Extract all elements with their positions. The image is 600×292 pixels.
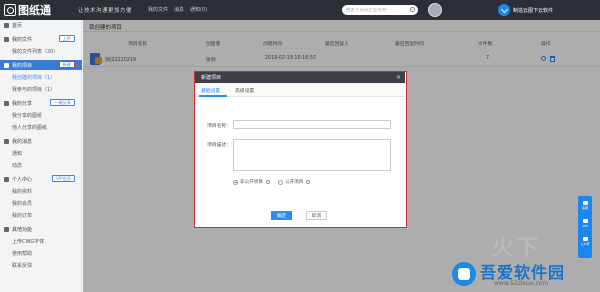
slogan: 让技术沟通更加方便 [78, 8, 133, 14]
sidebar-item-shared-by-me[interactable]: 我分享的图纸 [0, 110, 82, 120]
upload-button[interactable]: 上传 [58, 35, 75, 42]
top-bar: 图纸通 让技术沟通更加方便 我的文件 消息 通知(0) 制造云图下云软件 [0, 0, 600, 20]
home-icon [4, 22, 9, 28]
radio-unselected-icon [277, 179, 283, 185]
user-avatar[interactable] [428, 3, 442, 17]
customer-service-button[interactable]: 客服 [580, 200, 590, 210]
sidebar-item-home[interactable]: 首页 [0, 20, 82, 30]
sidebar-item-my-membership[interactable]: 我的会员 [0, 198, 82, 208]
nav-messages[interactable]: 消息 [174, 6, 184, 13]
message-icon [4, 138, 9, 144]
radio-nonpublic[interactable]: 非公开项目 [233, 179, 270, 185]
share-icon [4, 100, 9, 106]
new-project-dialog: 新建项目 × 基础设置 高级设置 项目名称： 项目描述： 非公开项目 公开项目 … [194, 71, 407, 228]
watermark-faded-text: 火下 [492, 236, 541, 261]
watermark-url: www.52zixue.com [494, 280, 549, 287]
radio-selected-icon [233, 179, 238, 185]
sidebar-item-joined-projects[interactable]: 我参与的项目（1） [0, 84, 82, 94]
new-project-button[interactable]: 新建 [58, 61, 75, 68]
dialog-header: 新建项目 × [195, 72, 405, 83]
sidebar-item-help[interactable]: 使用帮助 [0, 248, 82, 258]
help-icon[interactable] [306, 180, 311, 184]
sidebar-item-activity[interactable]: 动态 [0, 160, 82, 170]
vip-member-button[interactable]: VIP会员 [52, 175, 75, 182]
close-icon[interactable]: × [396, 74, 401, 81]
floating-side-bar: 客服 APP 公众号 [578, 196, 592, 258]
sidebar-item-other-features[interactable]: 其他功能 [0, 224, 82, 234]
wechat-account-button[interactable]: 公众号 [580, 236, 590, 246]
watermark-logo-icon [452, 262, 476, 286]
project-name-input[interactable] [233, 120, 391, 129]
nav-notifications[interactable]: 通知(0) [190, 6, 207, 13]
search-icon[interactable] [410, 7, 415, 12]
radio-public[interactable]: 公开项目 [277, 179, 311, 185]
sidebar-item-my-orders[interactable]: 我的订单 [0, 210, 82, 220]
sidebar-item-my-messages[interactable]: 我的消息 [0, 136, 82, 146]
download-label: 制造云图下云软件 [513, 7, 554, 14]
user-icon [4, 176, 9, 182]
sidebar: 首页 我的文件 上传 我的文件列表（20） 我的项目 新建 我创建的项目（1） … [0, 20, 82, 292]
logo[interactable]: 图纸通 [4, 3, 51, 17]
logo-text: 图纸通 [18, 4, 51, 17]
logo-icon [4, 4, 16, 16]
project-desc-label: 项目描述： [207, 143, 231, 148]
dialog-tabs: 基础设置 高级设置 [195, 83, 405, 97]
top-nav: 我的文件 消息 通知(0) [148, 6, 207, 13]
dialog-title: 新建项目 [201, 75, 222, 81]
sidebar-item-upload-font[interactable]: 上传CWG字体 [0, 236, 82, 246]
sidebar-item-my-profile[interactable]: 我的资料 [0, 186, 82, 196]
sidebar-item-notifications[interactable]: 通知 [0, 148, 82, 158]
download-icon [498, 4, 510, 16]
visibility-options: 非公开项目 公开项目 [233, 179, 311, 185]
tab-advanced-settings[interactable]: 高级设置 [235, 87, 254, 94]
cancel-button[interactable]: 取消 [306, 211, 327, 220]
project-name-label: 项目名称： [207, 124, 231, 129]
help-icon[interactable] [265, 180, 270, 184]
sidebar-item-shared-with-me[interactable]: 他人分享的图纸 [0, 122, 82, 132]
tab-basic-settings[interactable]: 基础设置 [201, 87, 220, 94]
app-download-button[interactable]: APP [580, 218, 590, 228]
phone-icon [582, 218, 588, 223]
one-click-share-button[interactable]: 一键分享 [50, 99, 75, 106]
chat-icon [582, 200, 588, 205]
confirm-button[interactable]: 确定 [271, 211, 292, 220]
project-desc-textarea[interactable] [233, 139, 391, 171]
folder-icon [4, 36, 9, 42]
sidebar-item-file-list[interactable]: 我的文件列表（20） [0, 46, 82, 56]
sidebar-item-feedback[interactable]: 联系反馈 [0, 260, 82, 270]
active-tab-indicator [199, 95, 227, 97]
project-icon [4, 62, 9, 68]
nav-my-files[interactable]: 我的文件 [148, 6, 168, 13]
sidebar-item-created-projects[interactable]: 我创建的项目（1） [0, 72, 82, 82]
gear-icon [4, 226, 9, 232]
search-input[interactable] [346, 7, 408, 13]
wechat-icon [582, 236, 588, 241]
download-client-button[interactable]: 制造云图下云软件 [498, 3, 553, 17]
search-box [342, 5, 418, 15]
